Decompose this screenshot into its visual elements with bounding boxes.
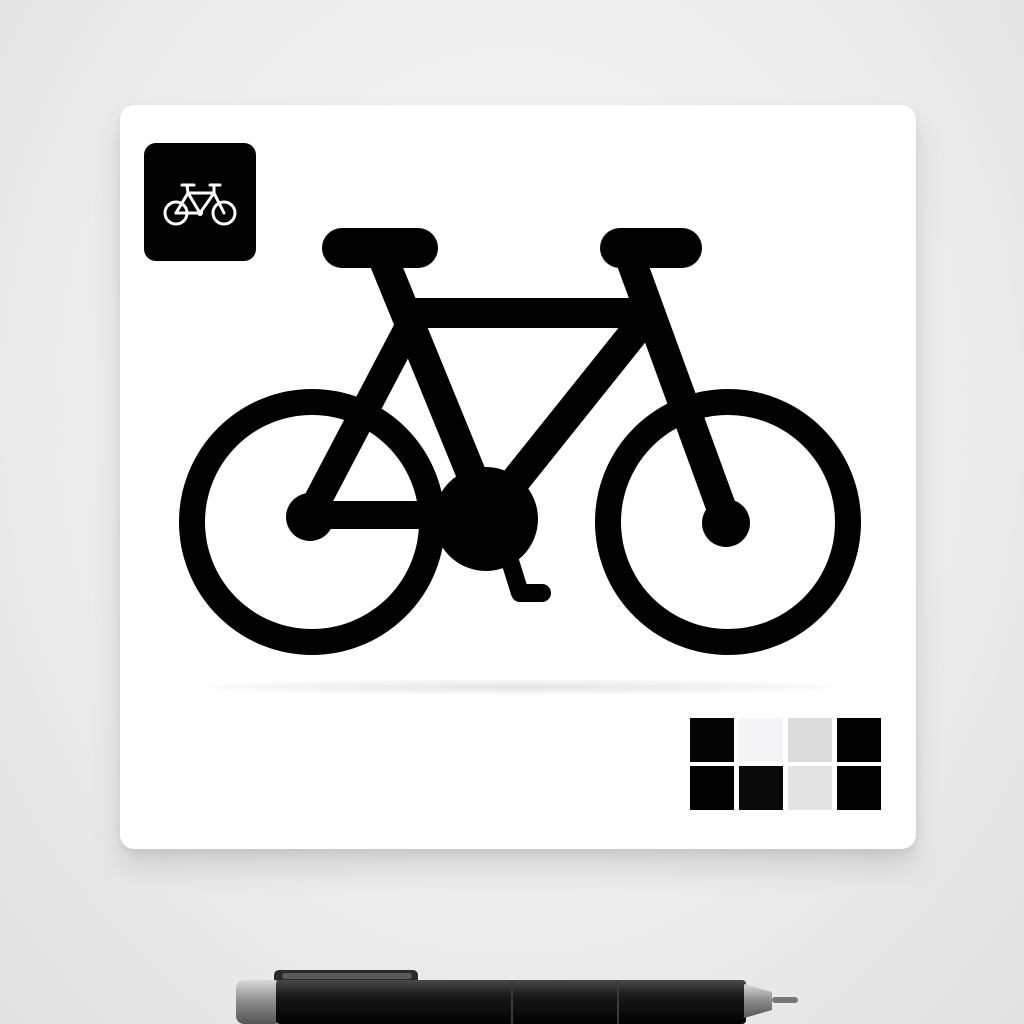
- saddle: [322, 228, 438, 268]
- color-swatch[interactable]: [690, 766, 734, 810]
- rear-hub: [286, 493, 334, 541]
- pen[interactable]: [236, 970, 800, 1024]
- handlebar: [600, 228, 702, 268]
- front-hub: [702, 499, 750, 547]
- color-swatch[interactable]: [739, 766, 783, 810]
- icon-card: [120, 105, 916, 849]
- color-swatch[interactable]: [788, 718, 832, 762]
- ground-shadow: [200, 679, 840, 695]
- color-swatch[interactable]: [788, 766, 832, 810]
- color-swatch-grid: [690, 718, 882, 814]
- chainring: [434, 467, 538, 571]
- color-swatch[interactable]: [739, 718, 783, 762]
- color-swatch[interactable]: [837, 766, 881, 810]
- color-swatch[interactable]: [690, 718, 734, 762]
- color-swatch[interactable]: [837, 718, 881, 762]
- fork: [617, 248, 739, 530]
